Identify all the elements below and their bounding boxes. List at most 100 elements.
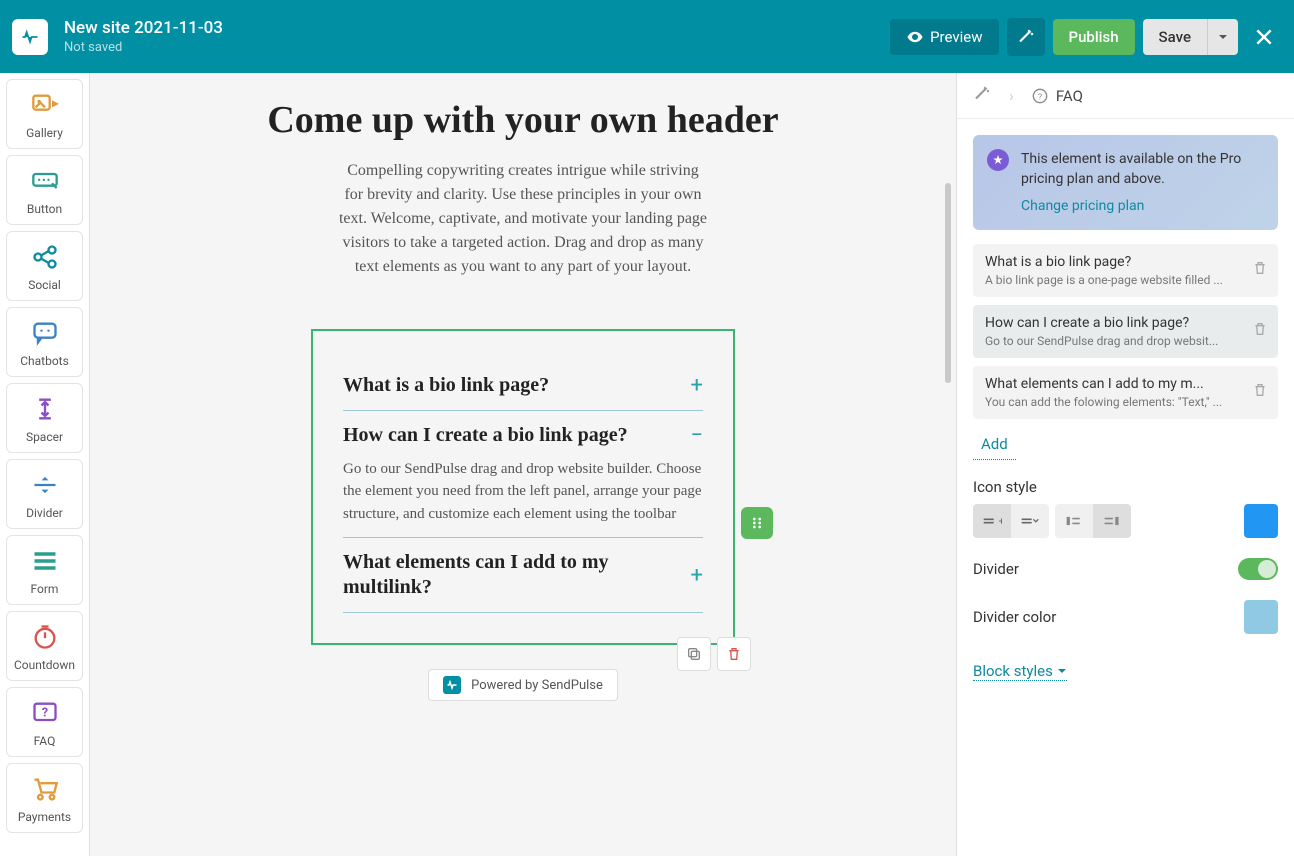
divider-toggle[interactable]: [1238, 558, 1278, 580]
tool-faq[interactable]: ?FAQ: [6, 687, 83, 757]
icon-style-label: Icon style: [973, 478, 1278, 496]
scrollbar[interactable]: [945, 183, 951, 383]
tool-social[interactable]: Social: [6, 231, 83, 301]
divider-toggle-row: Divider: [973, 558, 1278, 580]
icon-align-left[interactable]: [1055, 504, 1093, 538]
icon-style-plus[interactable]: +: [973, 504, 1011, 538]
site-info: New site 2021-11-03 Not saved: [64, 18, 890, 55]
trash-icon: [1252, 382, 1268, 398]
icon-style-group-1: +: [973, 504, 1049, 538]
trash-icon: [1252, 260, 1268, 276]
chevron-down-icon: [1057, 666, 1067, 676]
faq-item[interactable]: What elements can I add to my multilink?…: [343, 538, 703, 613]
faq-list-subtitle: A bio link page is a one-page website fi…: [985, 273, 1238, 287]
close-icon: [1254, 27, 1274, 47]
design-button[interactable]: [1007, 18, 1045, 56]
workspace: GalleryButtonSocialChatbotsSpacerDivider…: [0, 73, 1294, 856]
icon-style-chevron[interactable]: [1011, 504, 1049, 538]
delete-faq-item[interactable]: [1252, 382, 1268, 402]
gallery-icon: [31, 90, 59, 120]
divider-color-row: Divider color: [973, 600, 1278, 634]
form-icon: [31, 546, 59, 576]
faq-item[interactable]: How can I create a bio link page? − Go to …: [343, 411, 703, 539]
delete-button[interactable]: [717, 637, 751, 671]
faq-answer: Go to our SendPulse drag and drop websit…: [343, 458, 703, 526]
preview-button[interactable]: Preview: [890, 19, 998, 55]
faq-block[interactable]: What is a bio link page? + How can I creat…: [311, 329, 735, 646]
faq-list-title: What elements can I add to my m...: [985, 376, 1238, 392]
delete-faq-item[interactable]: [1252, 260, 1268, 280]
duplicate-button[interactable]: [677, 637, 711, 671]
save-dropdown-button[interactable]: [1207, 19, 1238, 55]
spacer-icon: [31, 394, 59, 424]
faq-question: What is a bio link page?: [343, 373, 549, 398]
svg-text:?: ?: [41, 706, 47, 721]
minus-icon[interactable]: −: [690, 423, 703, 448]
promo-banner: This element is available on the Pro pri…: [973, 135, 1278, 230]
copy-icon: [686, 646, 702, 662]
tab-faq[interactable]: ? FAQ: [1032, 87, 1083, 105]
powered-by[interactable]: Powered by SendPulse: [428, 669, 618, 701]
site-status: Not saved: [64, 40, 890, 55]
tool-payments[interactable]: Payments: [6, 763, 83, 833]
icon-align-right[interactable]: [1093, 504, 1131, 538]
eye-icon: [906, 28, 924, 46]
star-icon: [987, 149, 1009, 171]
wand-icon: [973, 85, 991, 103]
page-paragraph[interactable]: Compelling copywriting creates intrigue …: [338, 159, 708, 279]
tool-countdown[interactable]: Countdown: [6, 611, 83, 681]
divider-icon: [31, 470, 59, 500]
tab-design[interactable]: [973, 85, 991, 107]
plus-icon[interactable]: +: [691, 373, 703, 398]
chatbots-icon: [31, 318, 59, 348]
tool-button[interactable]: Button: [6, 155, 83, 225]
faq-list-subtitle: You can add the folowing elements: "Text…: [985, 395, 1238, 409]
icon-style-row: +: [973, 504, 1278, 538]
faq-list-subtitle: Go to our SendPulse drag and drop websit…: [985, 334, 1238, 348]
faq-item[interactable]: What is a bio link page? +: [343, 361, 703, 411]
faq-list-item[interactable]: How can I create a bio link page? Go to o…: [973, 305, 1278, 358]
plus-icon[interactable]: +: [691, 563, 703, 588]
faq-icon: ?: [31, 698, 59, 728]
toolbox: GalleryButtonSocialChatbotsSpacerDivider…: [0, 73, 90, 856]
tool-chatbots[interactable]: Chatbots: [6, 307, 83, 377]
faq-question: What elements can I add to my multilink?: [343, 550, 679, 600]
tool-spacer[interactable]: Spacer: [6, 383, 83, 453]
panel-body: This element is available on the Pro pri…: [957, 119, 1294, 856]
page-heading[interactable]: Come up with your own header: [153, 99, 893, 143]
topbar: New site 2021-11-03 Not saved Preview Pu…: [0, 0, 1294, 73]
right-panel: › ? FAQ This element is available on the…: [956, 73, 1294, 856]
tool-divider[interactable]: Divider: [6, 459, 83, 529]
wand-icon: [1017, 28, 1035, 46]
social-icon: [31, 242, 59, 272]
svg-text:?: ?: [1038, 92, 1042, 102]
panel-tabs: › ? FAQ: [957, 73, 1294, 119]
canvas-area[interactable]: Come up with your own header Compelling …: [90, 73, 956, 856]
divider-color-label: Divider color: [973, 608, 1056, 626]
drag-handle[interactable]: [741, 507, 773, 539]
chevron-down-icon: [1218, 32, 1228, 42]
svg-text:+: +: [999, 516, 1002, 527]
icon-color-swatch[interactable]: [1244, 504, 1278, 538]
promo-link[interactable]: Change pricing plan: [1021, 196, 1144, 216]
help-icon: ?: [1032, 88, 1048, 104]
publish-button[interactable]: Publish: [1053, 19, 1135, 55]
payments-icon: [31, 774, 59, 804]
faq-list-title: What is a bio link page?: [985, 254, 1238, 270]
divider-color-swatch[interactable]: [1244, 600, 1278, 634]
faq-list-item[interactable]: What is a bio link page? A bio link page …: [973, 244, 1278, 297]
app-logo: [12, 19, 48, 55]
faq-question: How can I create a bio link page?: [343, 423, 628, 448]
tool-form[interactable]: Form: [6, 535, 83, 605]
tool-gallery[interactable]: Gallery: [6, 79, 83, 149]
delete-faq-item[interactable]: [1252, 321, 1268, 341]
faq-list-title: How can I create a bio link page?: [985, 315, 1238, 331]
close-button[interactable]: [1246, 23, 1282, 51]
faq-list-item[interactable]: What elements can I add to my m... You ca…: [973, 366, 1278, 419]
save-button[interactable]: Save: [1143, 19, 1207, 55]
icon-style-group-2: [1055, 504, 1131, 538]
button-icon: [31, 166, 59, 196]
divider-label: Divider: [973, 560, 1019, 578]
add-faq-button[interactable]: Add: [973, 429, 1016, 460]
block-styles-link[interactable]: Block styles: [973, 662, 1067, 681]
